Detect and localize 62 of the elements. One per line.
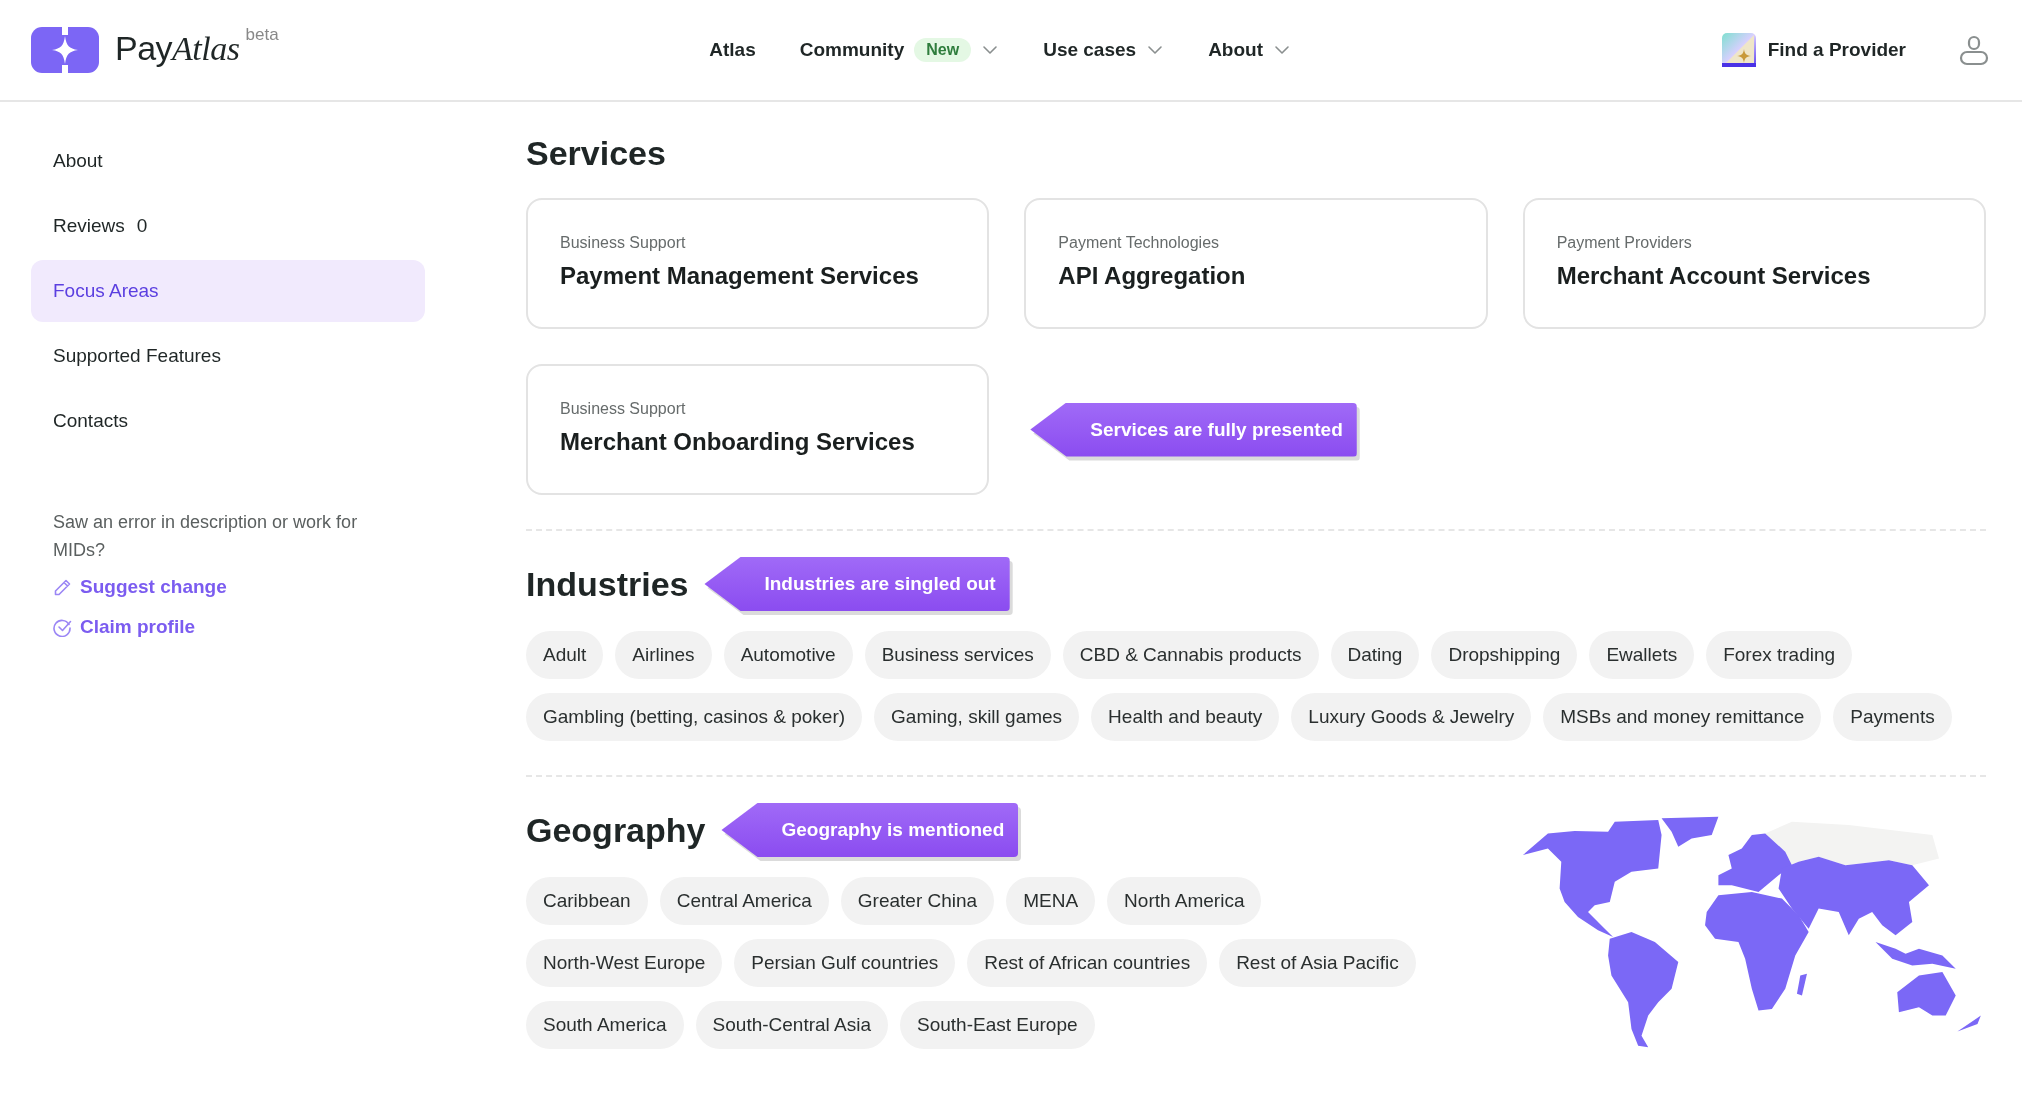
callout-label: Industries are singled out: [704, 557, 1010, 611]
service-card[interactable]: Business Support Merchant Onboarding Services: [526, 364, 990, 495]
tag: South-Central Asia: [695, 1001, 888, 1049]
beta-label: beta: [245, 25, 279, 45]
tag: CBD & Cannabis products: [1062, 631, 1319, 679]
tag: Payments: [1833, 693, 1952, 741]
logo-wordmark[interactable]: PayAtlas: [115, 29, 240, 68]
tag: Central America: [659, 877, 829, 925]
tag: Automotive: [723, 631, 853, 679]
section-heading: Industries: [526, 564, 689, 605]
tag: Dating: [1330, 631, 1420, 679]
tag: Dropshipping: [1431, 631, 1578, 679]
service-category: Payment Providers: [1556, 234, 1693, 252]
service-category: Business Support: [560, 234, 687, 252]
tag: North-West Europe: [526, 939, 723, 987]
tag: Health and beauty: [1091, 693, 1280, 741]
tag: Adult: [526, 631, 604, 679]
tag: Caribbean: [526, 877, 648, 925]
callout-label: Geography is mentioned: [721, 803, 1019, 857]
service-card[interactable]: Payment Providers Merchant Account Services: [1522, 198, 1986, 329]
tag: South America: [526, 1001, 684, 1049]
sidebar-link[interactable]: Suggest change: [53, 576, 227, 598]
tag: South-East Europe: [900, 1001, 1095, 1049]
section-heading: Geography: [526, 810, 706, 851]
sidebar-item[interactable]: Reviews 0: [31, 195, 425, 257]
sidebar-link[interactable]: Claim profile: [53, 616, 196, 638]
tag: Business services: [864, 631, 1051, 679]
find-provider-button[interactable]: Find a Provider: [1721, 33, 1906, 67]
sidebar-item[interactable]: Supported Features: [31, 325, 425, 387]
tag: Rest of Asia Pacific: [1219, 939, 1416, 987]
tag: Gambling (betting, casinos & poker): [526, 693, 863, 741]
service-card[interactable]: Payment Technologies API Aggregation: [1024, 198, 1488, 329]
nav-link[interactable]: Use cases: [1043, 39, 1165, 61]
tag: MSBs and money remittance: [1543, 693, 1822, 741]
service-category: Payment Technologies: [1058, 234, 1221, 252]
callout-label: Services are fully presented: [1030, 402, 1357, 457]
tag: Ewallets: [1589, 631, 1695, 679]
tag: Luxury Goods & Jewelry: [1291, 693, 1532, 741]
tag: Greater China: [840, 877, 995, 925]
tag: Persian Gulf countries: [734, 939, 956, 987]
tag: Gaming, skill games: [874, 693, 1080, 741]
nav-link[interactable]: Atlas: [709, 39, 756, 61]
sidebar-item[interactable]: Focus Areas: [31, 260, 425, 322]
service-name: API Aggregation: [1058, 262, 1247, 290]
service-category: Business Support: [560, 400, 687, 418]
service-name: Payment Management Services: [560, 262, 920, 290]
sidebar-item[interactable]: Contacts: [31, 390, 425, 452]
new-badge: New: [914, 38, 972, 62]
tag: Rest of African countries: [967, 939, 1208, 987]
service-name: Merchant Onboarding Services: [560, 428, 916, 456]
tag: MENA: [1006, 877, 1096, 925]
tag: North America: [1107, 877, 1262, 925]
section-heading: Services: [526, 133, 667, 174]
sidebar-item[interactable]: About: [31, 130, 425, 192]
service-card[interactable]: Business Support Payment Management Services: [526, 198, 990, 329]
nav-link[interactable]: Community New: [799, 38, 1000, 62]
tag: Airlines: [615, 631, 712, 679]
service-name: Merchant Account Services: [1556, 262, 1872, 290]
help-text: Saw an error in description or work for MIDs?: [53, 511, 359, 562]
review-count: 0: [136, 215, 148, 237]
tag: Forex trading: [1706, 631, 1853, 679]
nav-link[interactable]: About: [1208, 39, 1291, 61]
